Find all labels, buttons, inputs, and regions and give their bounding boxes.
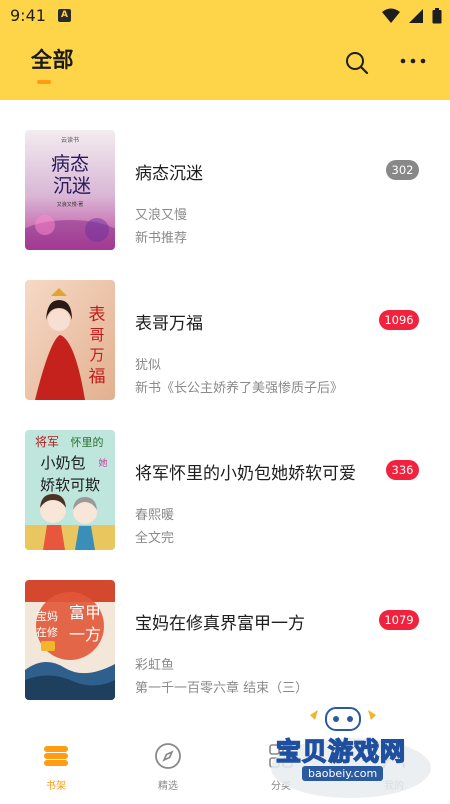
svg-text:怀里的: 怀里的 (71, 435, 104, 449)
svg-text:福: 福 (89, 367, 106, 387)
svg-text:娇软可欺: 娇软可欺 (40, 476, 100, 494)
nav-item-bookshelf[interactable]: 书架 (0, 728, 112, 800)
unread-badge: 336 (386, 460, 419, 480)
unread-badge: 302 (386, 160, 419, 180)
nav-item-featured[interactable]: 精选 (112, 728, 224, 800)
svg-text:小奶包: 小奶包 (40, 454, 85, 472)
nav-label: 分类 (271, 781, 291, 792)
book-title: 宝妈在修真界富甲一方 (135, 614, 305, 633)
book-author: 又浪又慢 (135, 208, 188, 223)
book-cover: 表 哥 万 福 (25, 280, 115, 400)
search-button[interactable] (344, 50, 370, 76)
notification-icon: A (58, 9, 71, 22)
svg-text:表: 表 (89, 305, 106, 325)
svg-text:沉迷: 沉迷 (53, 175, 91, 197)
svg-text:在修: 在修 (36, 625, 58, 639)
compass-icon (155, 743, 181, 769)
svg-text:她: 她 (98, 457, 107, 469)
book-latest-chapter: 全文完 (135, 531, 175, 546)
profile-icon (383, 745, 405, 769)
book-list: 云读书 病态 沉迷 又浪又慢·著 病态沉迷 又浪又慢 新书推荐 302 表 哥 … (0, 100, 450, 728)
book-author: 彩虹鱼 (135, 658, 175, 673)
app-header: 全部 (0, 32, 450, 100)
svg-text:病态: 病态 (51, 153, 89, 175)
more-icon (400, 58, 426, 64)
book-item[interactable]: 宝妈 在修 富甲 一方 宝妈在修真界富甲一方 彩虹鱼 第一千一百零六章 结束（三… (0, 550, 450, 700)
nav-label: 我的 (384, 781, 404, 792)
svg-text:富甲: 富甲 (69, 603, 101, 622)
more-button[interactable] (398, 51, 428, 71)
book-title: 病态沉迷 (135, 164, 203, 183)
status-icons (379, 8, 442, 24)
category-icon (269, 744, 293, 768)
status-time: 9:41 (10, 6, 46, 25)
signal-icon (408, 9, 423, 23)
nav-item-profile[interactable]: 我的 (338, 728, 450, 800)
book-latest-chapter: 第一千一百零六章 结束（三） (135, 681, 309, 696)
svg-text:一方: 一方 (69, 625, 101, 644)
book-author: 春熙暖 (135, 508, 175, 523)
wifi-icon (381, 8, 400, 23)
book-item[interactable]: 云读书 病态 沉迷 又浪又慢·著 病态沉迷 又浪又慢 新书推荐 302 (0, 100, 450, 250)
book-item[interactable]: 表 哥 万 福 表哥万福 犹似 新书《长公主娇养了美强惨质子后》 1096 (0, 250, 450, 400)
nav-item-category[interactable]: 分类 (225, 728, 337, 800)
book-cover: 云读书 病态 沉迷 又浪又慢·著 (25, 130, 115, 250)
title-underline (37, 80, 51, 84)
book-cover: 将军 怀里的 小奶包 她 娇软可欺 (25, 430, 115, 550)
book-latest-chapter: 新书推荐 (135, 231, 188, 246)
status-bar: 9:41 A (0, 0, 450, 32)
book-cover: 宝妈 在修 富甲 一方 (25, 580, 115, 700)
unread-badge: 1079 (379, 610, 419, 630)
book-title: 表哥万福 (135, 314, 203, 333)
bookshelf-icon (44, 746, 68, 766)
page-title: 全部 (31, 48, 74, 72)
unread-badge: 1096 (379, 310, 419, 330)
svg-text:万: 万 (89, 346, 104, 364)
svg-text:哥: 哥 (89, 326, 104, 344)
book-latest-chapter: 新书《长公主娇养了美强惨质子后》 (135, 381, 344, 396)
book-title: 将军怀里的小奶包她娇软可爱 (135, 464, 356, 483)
book-item[interactable]: 将军 怀里的 小奶包 她 娇软可欺 将军怀里的小奶包她娇软可爱 春熙暖 全文完 … (0, 400, 450, 550)
book-author: 犹似 (135, 358, 162, 373)
cover-author-text: 又浪又慢·著 (57, 201, 84, 208)
nav-label: 精选 (158, 781, 178, 792)
search-icon (346, 52, 369, 75)
battery-icon (432, 8, 442, 24)
svg-text:将军: 将军 (35, 435, 59, 449)
nav-label: 书架 (46, 781, 66, 792)
bottom-nav: 书架 精选 分类 我的 (0, 728, 450, 800)
svg-text:云读书: 云读书 (61, 136, 79, 144)
svg-text:宝妈: 宝妈 (36, 609, 58, 623)
